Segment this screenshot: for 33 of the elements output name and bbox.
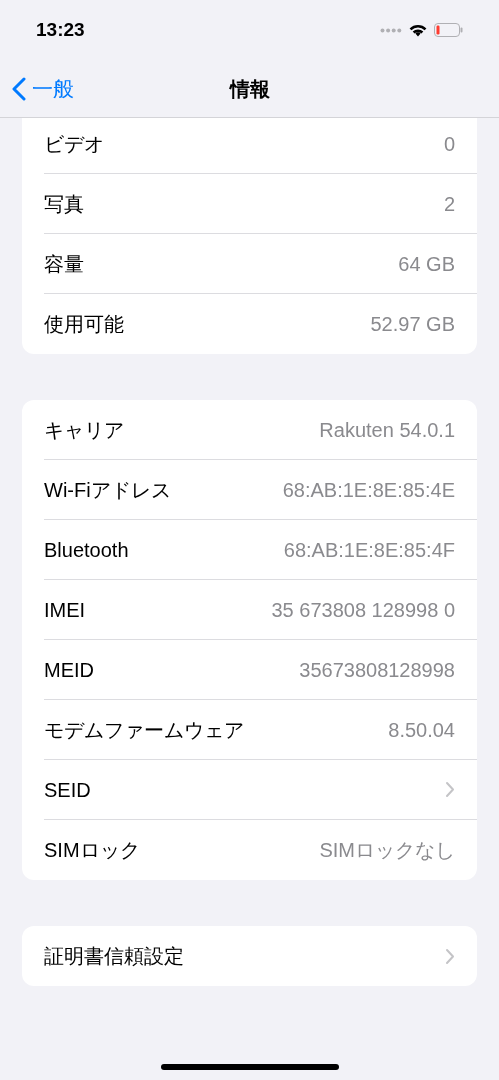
nav-title: 情報	[229, 76, 270, 102]
row-label: SEID	[44, 777, 91, 803]
row-value: 52.97 GB	[370, 312, 455, 337]
row-value: Rakuten 54.0.1	[319, 417, 455, 443]
row-label: モデムファームウェア	[44, 717, 244, 743]
row-label: SIMロック	[44, 838, 140, 863]
row-label: Wi-Fiアドレス	[44, 477, 171, 503]
row-label: ビデオ	[44, 131, 104, 157]
row-value: 68:AB:1E:8E:85:4E	[282, 477, 455, 503]
battery-icon	[434, 23, 463, 37]
back-button[interactable]: 一般	[0, 72, 74, 105]
signal-icon	[380, 27, 402, 33]
row-label: キャリア	[44, 417, 124, 443]
row-label: 容量	[44, 251, 84, 277]
row-label: 写真	[44, 191, 84, 217]
row-value: 68:AB:1E:8E:85:4F	[283, 537, 455, 563]
row-label: IMEI	[44, 597, 86, 623]
row-value: 2	[443, 191, 455, 217]
row-label: 証明書信頼設定	[44, 944, 184, 969]
row-label: 使用可能	[44, 312, 124, 337]
row-value: 8.50.04	[388, 717, 455, 743]
row-label: Bluetooth	[44, 537, 129, 563]
row-value: 35 673808 128998 0	[271, 597, 455, 623]
back-chevron-icon	[12, 76, 26, 101]
row-value: 0	[443, 131, 455, 157]
row-value: SIMロックなし	[319, 838, 455, 863]
row-label: MEID	[44, 657, 94, 683]
wifi-icon	[409, 23, 427, 37]
chevron-icon	[445, 947, 455, 965]
status-time: 13:23	[36, 17, 85, 42]
row-value: 35673808128998	[299, 657, 455, 683]
row-value: 64 GB	[398, 251, 455, 277]
chevron-icon	[445, 781, 455, 798]
